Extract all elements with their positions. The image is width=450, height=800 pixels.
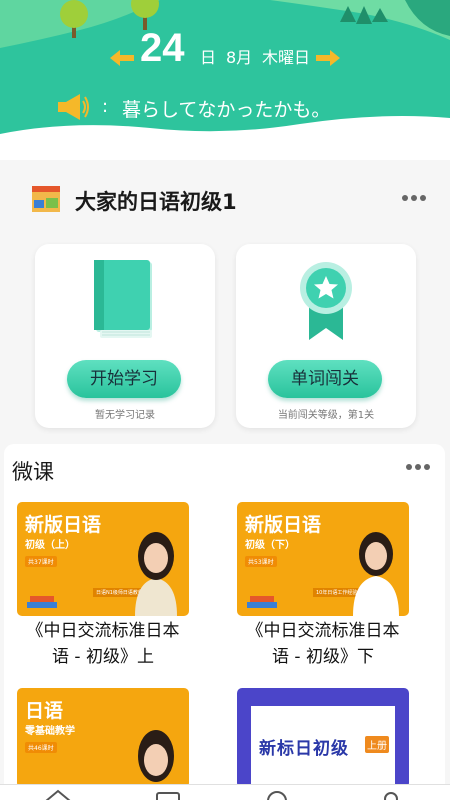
thumb-title: 新版日语	[245, 514, 322, 536]
thumb-level: 初级（下）	[245, 540, 295, 551]
more-dots-icon[interactable]	[402, 195, 426, 203]
section-title: 微课	[12, 460, 54, 484]
notice-colon: :	[102, 96, 109, 117]
day-label: 日	[200, 48, 217, 67]
start-study-button[interactable]: 开始学习	[67, 360, 181, 398]
lesson-count-badge: 共53课时	[245, 556, 277, 567]
course-title[interactable]: 《中日交流标准日本 语 - 初级》上	[17, 618, 189, 670]
course-title[interactable]: 《中日交流标准日本 语 - 初级》下	[237, 618, 409, 670]
course-title-line: 《中日交流标准日本	[246, 621, 400, 641]
course-icon[interactable]	[156, 789, 180, 800]
day-number: 24	[140, 26, 185, 70]
profile-icon[interactable]	[380, 789, 402, 800]
home-icon[interactable]	[44, 789, 72, 800]
lesson-count-badge: 共46课时	[25, 742, 57, 753]
arrow-right-icon[interactable]	[316, 50, 340, 66]
word-challenge-card[interactable]: 单词闯关 当前闯关等级，第1关	[236, 244, 416, 428]
teacher-portrait	[135, 532, 177, 616]
books-icon	[247, 596, 277, 608]
thumb-level: 初级（上）	[25, 540, 75, 551]
course-title-line: 语 - 初级》上	[52, 647, 154, 667]
notice-text: 暮らしてなかったかも。	[122, 99, 331, 121]
course-title-line: 语 - 初级》下	[272, 647, 374, 667]
course-card[interactable]: 新标日初级 上册	[237, 688, 409, 788]
micro-courses-section: 微课 新版日语 初级（上） 共37课时 日语N1级师日语教师 《中日交流标准日本…	[4, 444, 445, 800]
month-label: 8月	[226, 48, 253, 67]
course-card[interactable]: 新版日语 初级（下） 共53课时 10年日语工作经验 《中日交流标准日本 语 -…	[237, 502, 409, 678]
thumb-title: 新版日语	[25, 514, 102, 536]
books-icon	[27, 596, 57, 608]
word-challenge-button[interactable]: 单词闯关	[268, 360, 382, 398]
thumb-title: 新标日初级	[259, 739, 349, 759]
date-header: 24 日 8月 木曜日 : 暮らしてなかったかも。	[0, 0, 450, 160]
teacher-portrait	[138, 730, 174, 782]
start-study-card[interactable]: 开始学习 暂无学习记录	[35, 244, 215, 428]
hills-background	[0, 0, 450, 134]
lesson-count-badge: 共37课时	[25, 556, 57, 567]
bottom-navigation	[0, 784, 450, 800]
course-title-line: 《中日交流标准日本	[26, 621, 180, 641]
megaphone-icon	[58, 94, 89, 120]
study-actions: 开始学习 暂无学习记录 单词闯关 当前闯关等级，第1关	[0, 244, 450, 428]
course-thumbnail[interactable]: 新标日初级 上册	[237, 688, 409, 788]
thumb-level: 零基础教学	[25, 726, 75, 737]
word-challenge-status: 当前闯关等级，第1关	[277, 410, 375, 421]
medal-star-icon	[300, 262, 352, 340]
course-card[interactable]: 新版日语 初级（上） 共37课时 日语N1级师日语教师 《中日交流标准日本 语 …	[17, 502, 189, 678]
course-thumbnail[interactable]: 日语 零基础教学 共46课时	[17, 688, 189, 788]
course-card[interactable]: 日语 零基础教学 共46课时	[17, 688, 189, 788]
teacher-portrait	[353, 532, 399, 616]
book-title[interactable]: 大家的日语初级1	[75, 186, 237, 216]
arrow-left-icon[interactable]	[110, 50, 134, 66]
start-study-status: 暂无学习记录	[95, 410, 155, 421]
current-book-row: 大家的日语初级1	[0, 180, 450, 220]
book-icon	[94, 260, 152, 338]
volume-badge: 上册	[365, 736, 389, 753]
book-cover-icon[interactable]	[30, 182, 62, 214]
course-thumbnail[interactable]: 新版日语 初级（上） 共37课时 日语N1级师日语教师	[17, 502, 189, 616]
course-thumbnail[interactable]: 新版日语 初级（下） 共53课时 10年日语工作经验	[237, 502, 409, 616]
thumb-title: 日语	[25, 700, 64, 722]
compass-icon[interactable]	[266, 789, 288, 800]
weekday-label: 木曜日	[262, 48, 311, 67]
more-dots-icon[interactable]	[406, 464, 430, 472]
date-display: 24 日 8月 木曜日	[0, 26, 450, 74]
